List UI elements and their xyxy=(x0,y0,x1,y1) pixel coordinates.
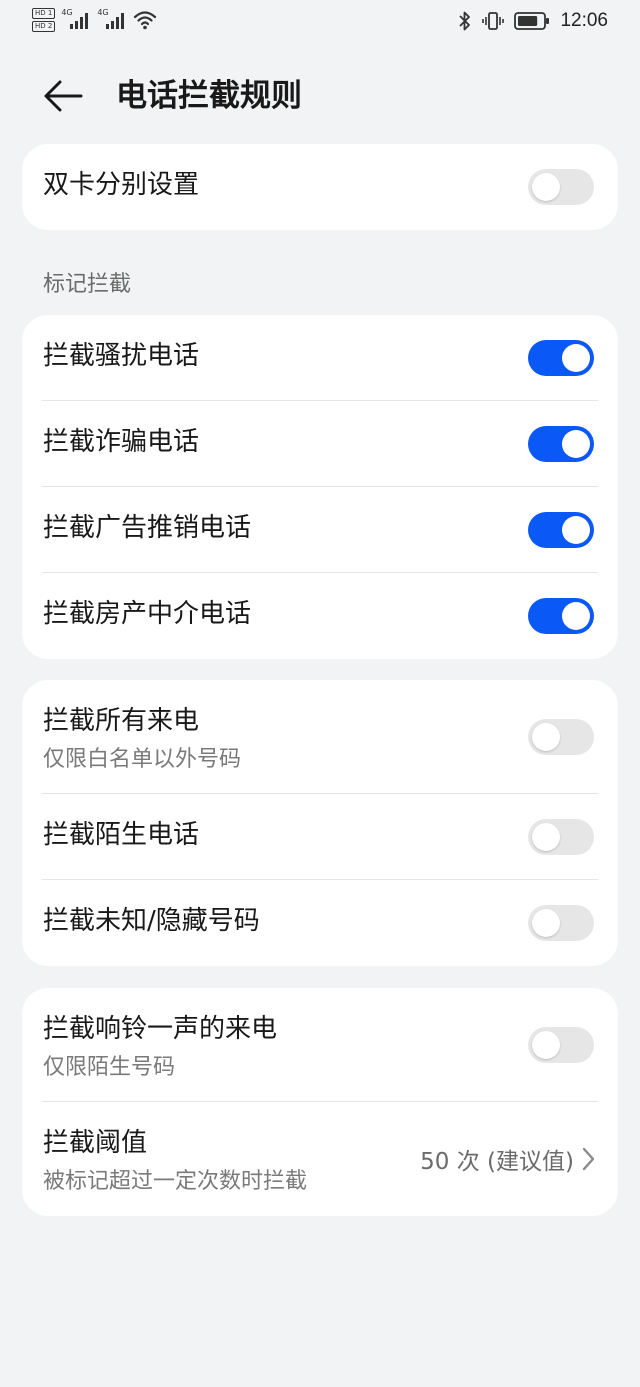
block-ring-once-toggle[interactable] xyxy=(528,1027,594,1063)
call-block-card: 拦截所有来电 仅限白名单以外号码 拦截陌生电话 拦截未知/隐藏号码 xyxy=(22,680,618,966)
block-fraud-label: 拦截诈骗电话 xyxy=(43,427,200,457)
hd-badges: HD 1 HD 2 xyxy=(32,8,56,32)
block-threshold-subtitle: 被标记超过一定次数时拦截 xyxy=(43,1169,308,1194)
dual-sim-toggle[interactable] xyxy=(528,169,594,205)
toggle-knob xyxy=(532,823,560,851)
hd2-badge: HD 2 xyxy=(32,21,56,32)
marked-section-label: 标记拦截 xyxy=(43,272,132,297)
block-threshold-row[interactable]: 拦截阈值 被标记超过一定次数时拦截 50 次 (建议值) xyxy=(22,1102,618,1216)
block-fraud-row[interactable]: 拦截诈骗电话 xyxy=(22,401,618,487)
block-real-estate-row[interactable]: 拦截房产中介电话 xyxy=(22,573,618,659)
block-ring-once-label: 拦截响铃一声的来电 xyxy=(43,1014,278,1044)
toggle-knob xyxy=(532,909,560,937)
block-fraud-toggle[interactable] xyxy=(528,426,594,462)
block-ads-label: 拦截广告推销电话 xyxy=(43,513,252,543)
dual-sim-card: 双卡分别设置 xyxy=(22,144,618,230)
block-ring-once-row[interactable]: 拦截响铃一声的来电 仅限陌生号码 xyxy=(22,988,618,1102)
toggle-knob xyxy=(532,1031,560,1059)
block-unknown-toggle[interactable] xyxy=(528,905,594,941)
toggle-knob xyxy=(562,516,590,544)
bluetooth-icon xyxy=(459,11,471,31)
status-bar-left: HD 1 HD 2 4G 4G xyxy=(32,8,157,32)
battery-icon xyxy=(514,12,550,30)
header: 电话拦截规则 xyxy=(0,60,640,134)
block-all-calls-toggle[interactable] xyxy=(528,719,594,755)
block-all-calls-row[interactable]: 拦截所有来电 仅限白名单以外号码 xyxy=(22,680,618,794)
toggle-knob xyxy=(562,344,590,372)
signal-sim1-icon: 4G xyxy=(61,8,91,31)
block-harassment-row[interactable]: 拦截骚扰电话 xyxy=(22,315,618,401)
vibrate-icon xyxy=(482,12,505,30)
page-title: 电话拦截规则 xyxy=(116,78,302,114)
marked-intercept-card: 拦截骚扰电话 拦截诈骗电话 拦截广告推销电话 拦截房产中介电话 xyxy=(22,315,618,659)
dual-sim-label: 双卡分别设置 xyxy=(43,170,200,200)
dual-sim-row[interactable]: 双卡分别设置 xyxy=(22,144,618,230)
status-bar: HD 1 HD 2 4G 4G 12:06 xyxy=(0,0,640,44)
toggle-knob xyxy=(562,430,590,458)
block-strangers-toggle[interactable] xyxy=(528,819,594,855)
hd1-badge: HD 1 xyxy=(32,8,56,19)
block-real-estate-toggle[interactable] xyxy=(528,598,594,634)
ring-threshold-card: 拦截响铃一声的来电 仅限陌生号码 拦截阈值 被标记超过一定次数时拦截 50 次 … xyxy=(22,988,618,1216)
block-strangers-row[interactable]: 拦截陌生电话 xyxy=(22,794,618,880)
toggle-knob xyxy=(532,173,560,201)
back-arrow-icon xyxy=(44,80,83,112)
block-ads-toggle[interactable] xyxy=(528,512,594,548)
signal-sim2-icon: 4G xyxy=(97,8,127,31)
block-all-calls-subtitle: 仅限白名单以外号码 xyxy=(43,747,242,772)
back-button[interactable] xyxy=(38,74,88,118)
block-harassment-toggle[interactable] xyxy=(528,340,594,376)
toggle-knob xyxy=(532,723,560,751)
block-ring-once-subtitle: 仅限陌生号码 xyxy=(43,1055,176,1080)
block-real-estate-label: 拦截房产中介电话 xyxy=(43,599,252,629)
block-unknown-row[interactable]: 拦截未知/隐藏号码 xyxy=(22,880,618,966)
chevron-right-icon xyxy=(582,1147,595,1171)
block-all-calls-label: 拦截所有来电 xyxy=(43,706,200,736)
block-harassment-label: 拦截骚扰电话 xyxy=(43,341,200,371)
threshold-value-wrap: 50 次 (建议值) xyxy=(420,1142,596,1176)
block-threshold-label: 拦截阈值 xyxy=(43,1128,148,1158)
clock-time: 12:06 xyxy=(560,10,608,31)
toggle-knob xyxy=(562,602,590,630)
threshold-value: 50 次 (建议值) xyxy=(420,1149,574,1175)
block-ads-row[interactable]: 拦截广告推销电话 xyxy=(22,487,618,573)
wifi-icon xyxy=(134,11,157,30)
block-unknown-label: 拦截未知/隐藏号码 xyxy=(43,906,260,936)
block-strangers-label: 拦截陌生电话 xyxy=(43,820,200,850)
status-bar-right: 12:06 xyxy=(458,10,608,32)
